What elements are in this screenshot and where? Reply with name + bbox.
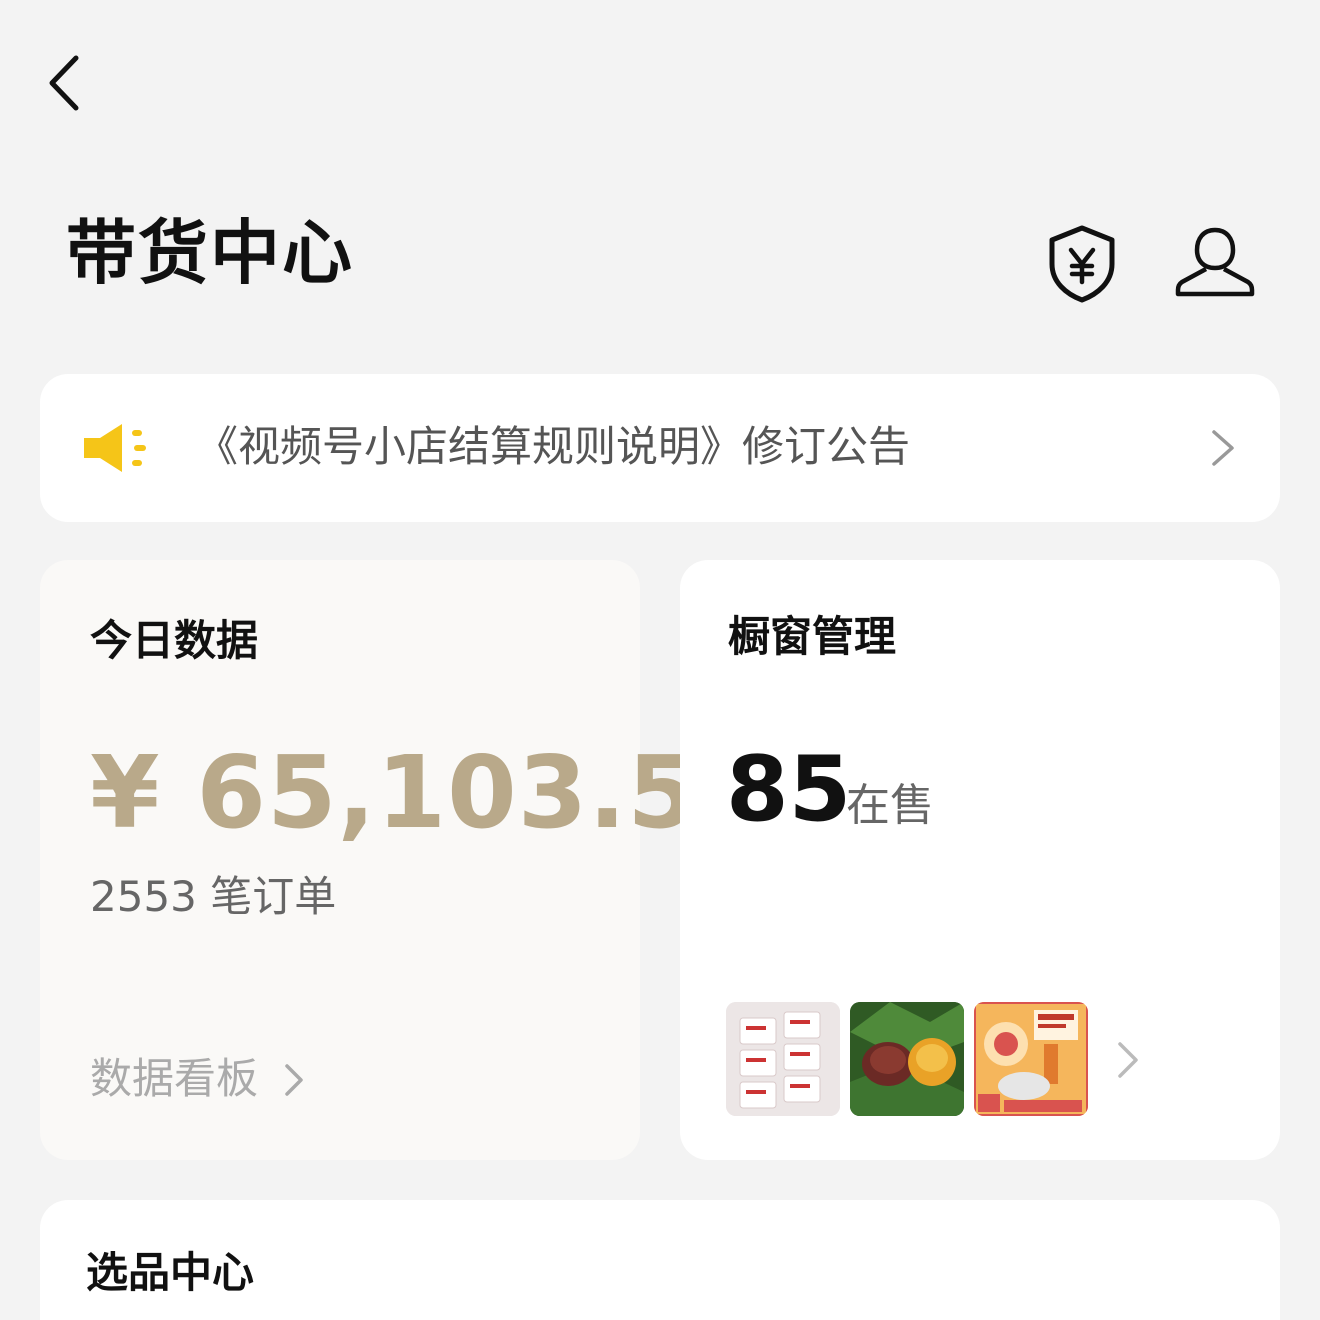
showcase-title: 橱窗管理 [728,612,897,661]
chevron-right-icon [282,1062,306,1098]
on-sale-count: 85 [726,737,852,842]
megaphone-icon [80,420,152,476]
chevron-left-icon [49,55,79,111]
shield-yen-button[interactable] [1040,222,1124,306]
shield-yen-icon [1049,225,1115,303]
product-thumbnail[interactable] [726,1002,840,1116]
today-data-title: 今日数据 [90,616,259,665]
user-icon [1175,227,1255,297]
announcement-text[interactable]: 《视频号小店结算规则说明》修订公告 [196,422,910,472]
today-orders: 2553 笔订单 [90,872,337,921]
product-selection-title: 选品中心 [86,1248,255,1297]
user-profile-button[interactable] [1170,222,1260,302]
page-title: 带货中心 [66,212,354,294]
chevron-right-icon [1208,428,1238,468]
back-button[interactable] [38,48,98,118]
product-thumbnail[interactable] [974,1002,1088,1116]
chevron-right-icon[interactable] [1114,1040,1142,1080]
on-sale-label: 在售 [846,780,934,831]
data-dashboard-link[interactable]: 数据看板 [90,1054,258,1104]
today-amount: ¥ 65,103.5 [90,734,698,851]
product-thumbnail[interactable] [850,1002,964,1116]
